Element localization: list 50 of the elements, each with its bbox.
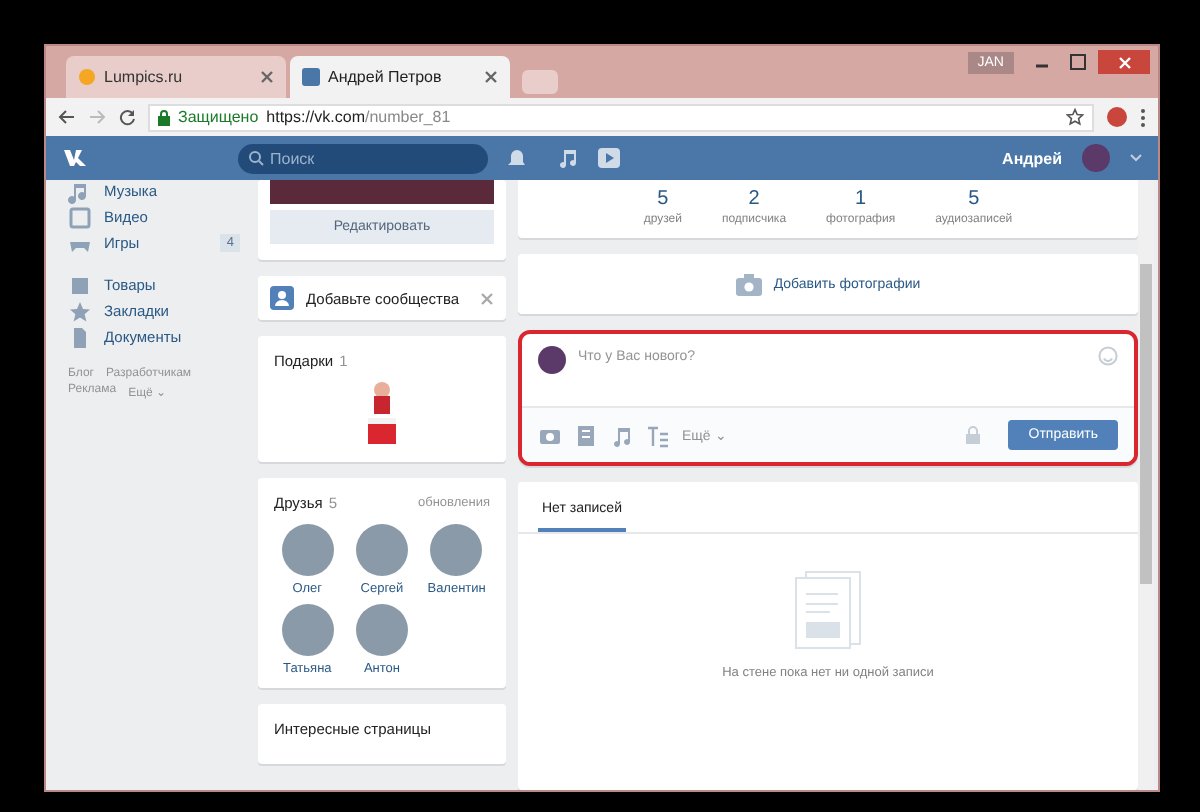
play-icon[interactable] bbox=[598, 148, 620, 168]
nav-icon bbox=[68, 205, 92, 229]
user-name[interactable]: Андрей bbox=[1002, 149, 1062, 167]
avatar-placeholder[interactable] bbox=[355, 604, 408, 656]
smiley-icon[interactable] bbox=[1098, 346, 1118, 366]
search-icon bbox=[248, 150, 264, 166]
user-avatar[interactable] bbox=[1082, 144, 1110, 172]
user-avatar bbox=[538, 346, 566, 374]
vk-icon bbox=[302, 68, 320, 86]
document-icon bbox=[794, 570, 862, 650]
reload-icon[interactable] bbox=[118, 108, 136, 126]
nav-icon bbox=[68, 325, 92, 349]
bell-icon[interactable] bbox=[508, 148, 526, 168]
extension-icon[interactable] bbox=[1106, 106, 1128, 128]
avatar-placeholder[interactable] bbox=[355, 524, 408, 576]
lock-icon[interactable] bbox=[966, 426, 981, 444]
music-icon[interactable] bbox=[558, 148, 578, 168]
nav-icon bbox=[68, 180, 92, 203]
address-bar[interactable]: Защищено https://vk.com/number_81 bbox=[148, 103, 1094, 131]
people-icon bbox=[270, 286, 294, 310]
forward-icon[interactable] bbox=[88, 108, 106, 126]
stat-value[interactable]: 5 bbox=[968, 188, 980, 210]
attach-icon[interactable] bbox=[646, 423, 670, 447]
avatar-placeholder[interactable] bbox=[281, 524, 334, 576]
close-icon[interactable] bbox=[484, 70, 498, 84]
stat-value[interactable]: 2 bbox=[748, 188, 760, 210]
avatar-placeholder[interactable] bbox=[281, 604, 334, 656]
search-field[interactable]: Поиск bbox=[270, 149, 470, 167]
nav-icon bbox=[68, 273, 92, 297]
close-icon[interactable] bbox=[260, 70, 274, 84]
nav-icon bbox=[68, 299, 92, 323]
back-icon[interactable] bbox=[58, 108, 76, 126]
lock-icon bbox=[158, 109, 170, 125]
close-icon[interactable] bbox=[480, 291, 494, 305]
sun-icon bbox=[78, 68, 96, 86]
browser-tab[interactable]: Андрей Петров bbox=[290, 56, 510, 98]
caret-icon[interactable] bbox=[1130, 154, 1142, 162]
security-label: Защищено bbox=[178, 108, 259, 126]
stat-value[interactable]: 5 bbox=[657, 188, 669, 210]
search-bar[interactable]: Поиск bbox=[238, 143, 488, 173]
attach-icon[interactable] bbox=[574, 423, 598, 447]
camera-icon bbox=[735, 273, 762, 295]
stat-value[interactable]: 1 bbox=[855, 188, 867, 210]
browser-tab[interactable]: Lumpics.ru bbox=[66, 56, 286, 98]
attach-icon[interactable] bbox=[610, 423, 634, 447]
menu-icon[interactable] bbox=[1140, 107, 1146, 127]
avatar-placeholder[interactable] bbox=[430, 524, 483, 576]
star-icon[interactable] bbox=[1066, 108, 1084, 126]
url-text: https://vk.com/number_81 bbox=[266, 108, 451, 126]
close-button[interactable] bbox=[1098, 50, 1150, 74]
